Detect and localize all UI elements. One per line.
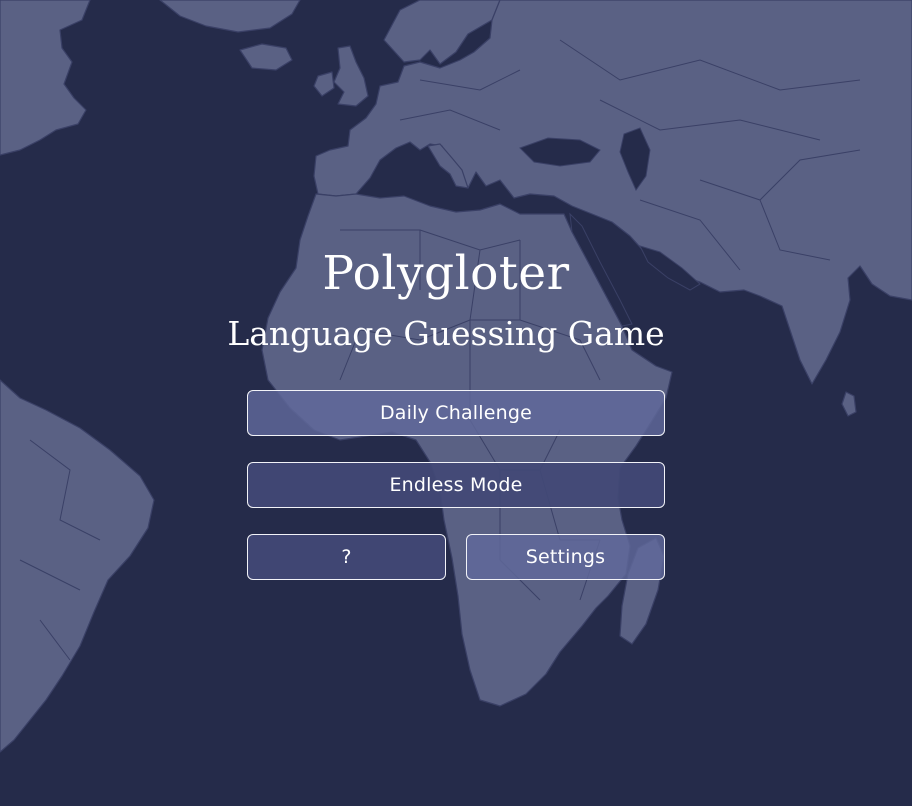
daily-challenge-button[interactable]: Daily Challenge	[247, 390, 665, 436]
north-america-landmass	[0, 0, 91, 156]
settings-label: Settings	[525, 546, 606, 568]
daily-challenge-label: Daily Challenge	[379, 402, 533, 424]
help-button[interactable]: ?	[247, 534, 446, 580]
endless-mode-button[interactable]: Endless Mode	[247, 462, 665, 508]
ireland-landmass	[313, 71, 335, 97]
south-america-landmass	[0, 379, 155, 753]
sri-lanka-landmass	[841, 391, 857, 417]
game-title: Polygloter	[322, 246, 570, 301]
endless-mode-label: Endless Mode	[389, 474, 523, 496]
help-label: ?	[341, 546, 352, 568]
iceland-landmass	[239, 43, 293, 71]
british-isles-landmass	[333, 45, 369, 107]
settings-button[interactable]: Settings	[466, 534, 665, 580]
greenland-landmass	[159, 0, 301, 33]
game-subtitle: Language Guessing Game	[227, 314, 665, 353]
